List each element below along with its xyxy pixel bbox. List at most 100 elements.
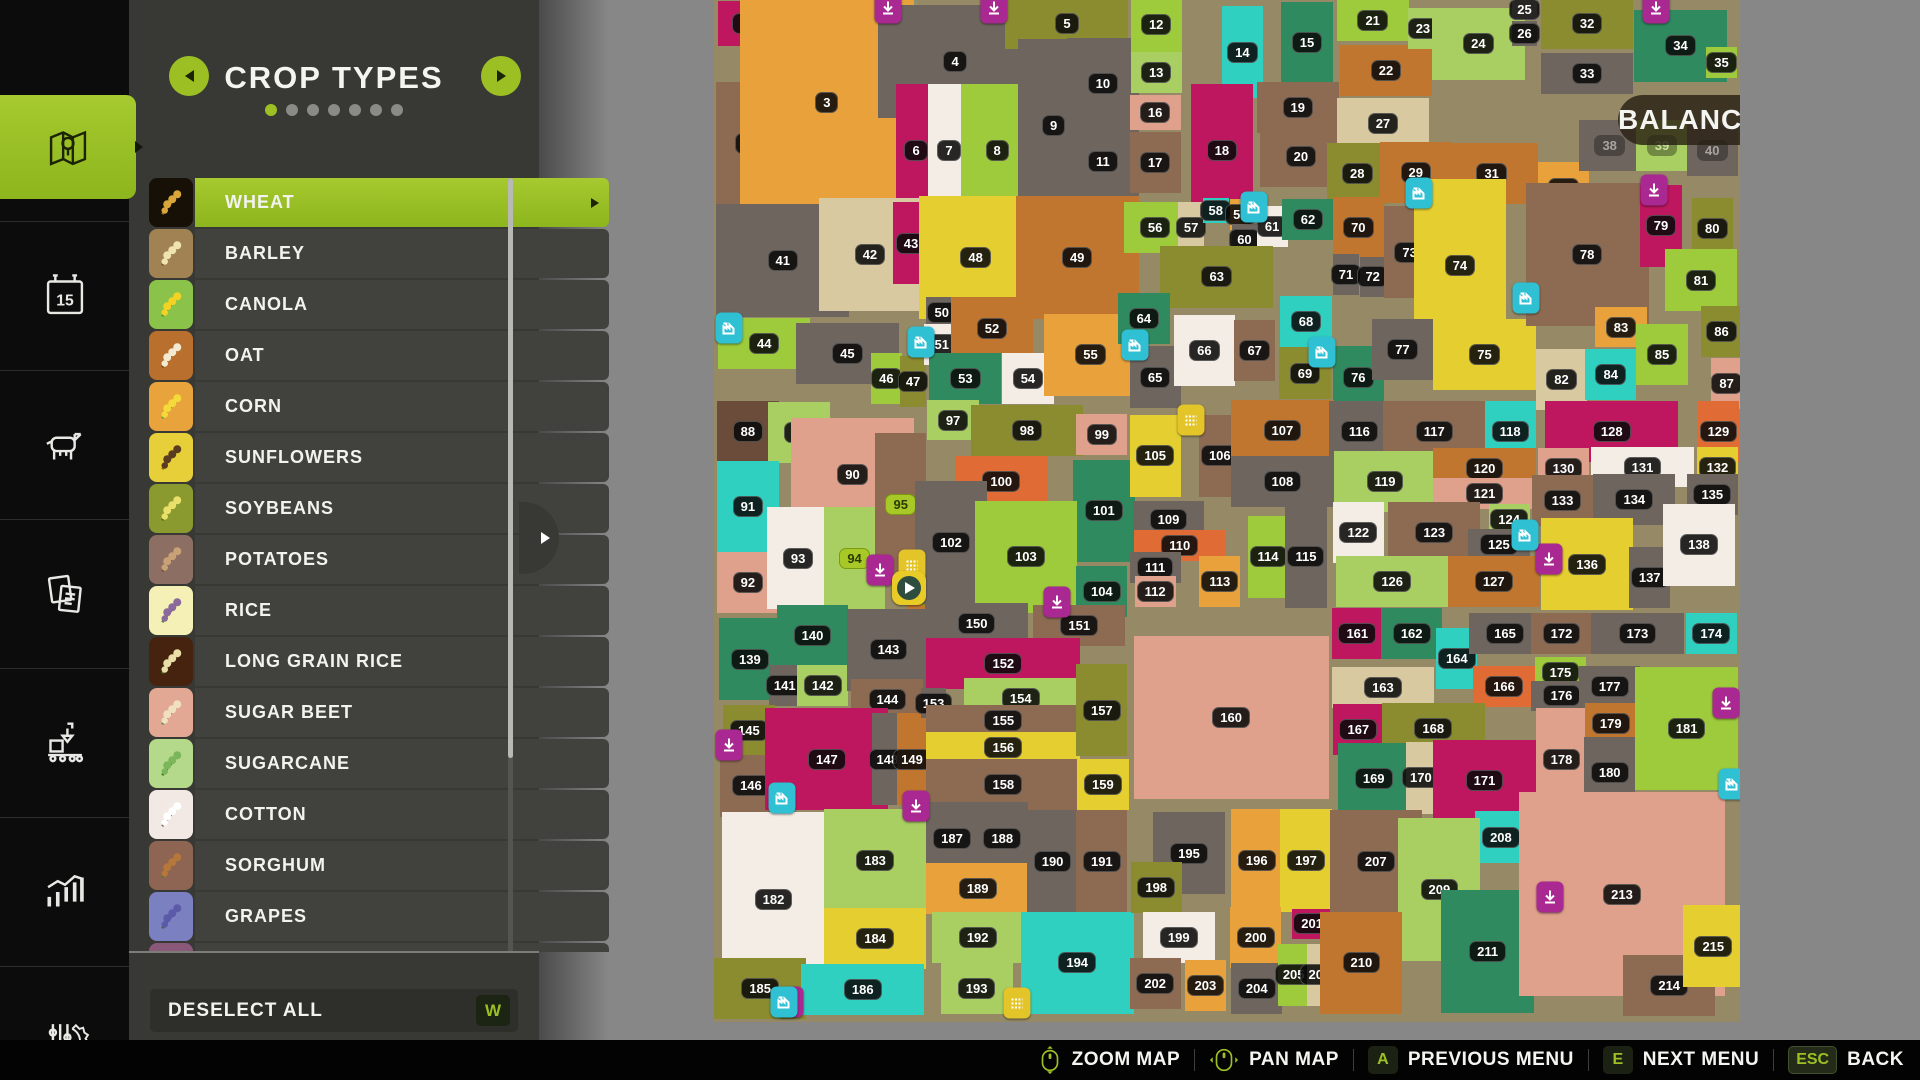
map-field-108[interactable]: 108: [1231, 456, 1334, 507]
map-field-183[interactable]: 183: [824, 809, 927, 911]
action-next-menu[interactable]: ENEXT MENU: [1603, 1046, 1759, 1074]
map-field-107[interactable]: 107: [1231, 400, 1334, 461]
selling-point-icon[interactable]: [1718, 768, 1740, 799]
production-icon[interactable]: [1537, 882, 1564, 913]
action-pan-map[interactable]: PAN MAP: [1209, 1045, 1339, 1075]
action-back[interactable]: ESCBACK: [1788, 1046, 1904, 1074]
map-field-84[interactable]: 84: [1585, 349, 1636, 400]
map-field-67[interactable]: 67: [1234, 320, 1275, 381]
action-zoom-map[interactable]: ZOOM MAP: [1038, 1045, 1181, 1075]
map-field-127[interactable]: 127: [1448, 556, 1540, 607]
next-page-button[interactable]: [481, 56, 521, 96]
map-field-17[interactable]: 17: [1130, 132, 1181, 193]
map-field-138[interactable]: 138: [1663, 504, 1735, 586]
map-field-203[interactable]: 203: [1185, 960, 1226, 1011]
production-icon[interactable]: [1640, 175, 1667, 206]
deselect-all-button[interactable]: DESELECT ALL W: [150, 989, 518, 1032]
map-field-170[interactable]: 170: [1406, 742, 1437, 814]
sidebar-item-statistics[interactable]: [0, 840, 129, 944]
sidebar-item-animals[interactable]: [0, 393, 129, 497]
crop-item-wheat[interactable]: WHEAT: [149, 178, 609, 227]
map-field-15[interactable]: 15: [1281, 2, 1332, 84]
crop-item-rice[interactable]: RICE: [149, 586, 609, 635]
selling-point-icon[interactable]: [1511, 519, 1538, 550]
map-field-26[interactable]: 26: [1512, 21, 1538, 47]
map-field-115[interactable]: 115: [1285, 506, 1326, 608]
shop-icon[interactable]: [1003, 987, 1030, 1018]
map-field-163[interactable]: 163: [1332, 667, 1435, 708]
production-icon[interactable]: [1712, 688, 1739, 719]
map-field-160[interactable]: 160: [1134, 636, 1329, 800]
map-field-99[interactable]: 99: [1076, 414, 1127, 455]
selling-point-icon[interactable]: [1512, 283, 1539, 314]
selling-point-icon[interactable]: [1309, 336, 1336, 367]
map-field-72[interactable]: 72: [1360, 257, 1386, 298]
map-field-157[interactable]: 157: [1076, 664, 1127, 756]
map-field-113[interactable]: 113: [1199, 556, 1240, 607]
map-field-215[interactable]: 215: [1683, 905, 1740, 987]
map-field-112[interactable]: 112: [1135, 576, 1176, 607]
map-field-86[interactable]: 86: [1701, 306, 1740, 357]
selling-point-icon[interactable]: [1121, 330, 1148, 361]
map-field-21[interactable]: 21: [1337, 0, 1409, 41]
shop-icon[interactable]: [1178, 405, 1205, 436]
map-field-16[interactable]: 16: [1130, 95, 1181, 131]
map-field-200[interactable]: 200: [1230, 907, 1281, 968]
action-previous-menu[interactable]: APREVIOUS MENU: [1368, 1046, 1574, 1074]
map-field-13[interactable]: 13: [1131, 52, 1182, 93]
map-field-194[interactable]: 194: [1021, 912, 1134, 1014]
field-map[interactable]: 1234567891011121314151617181920212223242…: [714, 0, 1740, 1022]
crop-item-corn[interactable]: CORN: [149, 382, 609, 431]
map-field-123[interactable]: 123: [1388, 502, 1480, 563]
map-field-24[interactable]: 24: [1432, 8, 1524, 80]
crop-item-barley[interactable]: BARLEY: [149, 229, 609, 278]
crop-item-sorghum[interactable]: SORGHUM: [149, 841, 609, 890]
map-field-174[interactable]: 174: [1686, 613, 1737, 654]
crop-item-cotton[interactable]: COTTON: [149, 790, 609, 839]
crop-item-canola[interactable]: CANOLA: [149, 280, 609, 329]
scrollbar-thumb[interactable]: [508, 178, 513, 758]
crop-item-long-grain-rice[interactable]: LONG GRAIN RICE: [149, 637, 609, 686]
map-field-25[interactable]: 25: [1512, 0, 1538, 19]
production-icon[interactable]: [867, 555, 894, 586]
map-field-28[interactable]: 28: [1327, 143, 1389, 204]
map-field-184[interactable]: 184: [824, 908, 927, 969]
map-field-66[interactable]: 66: [1174, 315, 1236, 387]
crop-item-sunflowers[interactable]: SUNFLOWERS: [149, 433, 609, 482]
map-field-140[interactable]: 140: [777, 605, 849, 666]
map-field-122[interactable]: 122: [1333, 502, 1384, 563]
map-field-177[interactable]: 177: [1579, 666, 1641, 707]
page-dot-4[interactable]: [328, 104, 340, 116]
map-field-191[interactable]: 191: [1076, 810, 1127, 912]
page-dot-3[interactable]: [307, 104, 319, 116]
crop-list-scrollbar[interactable]: [508, 178, 513, 952]
map-field-192[interactable]: 192: [932, 912, 1024, 963]
map-field-114[interactable]: 114: [1248, 516, 1289, 598]
map-field-193[interactable]: 193: [941, 963, 1013, 1014]
map-field-32[interactable]: 32: [1541, 0, 1633, 49]
map-field-162[interactable]: 162: [1381, 608, 1443, 659]
map-field-196[interactable]: 196: [1231, 809, 1282, 911]
map-field-169[interactable]: 169: [1338, 743, 1410, 815]
map-field-199[interactable]: 199: [1143, 912, 1215, 963]
crop-item-oat[interactable]: OAT: [149, 331, 609, 380]
map-field-11[interactable]: 11: [1067, 115, 1139, 207]
sidebar-item-contracts[interactable]: [0, 542, 129, 646]
map-field-198[interactable]: 198: [1131, 862, 1182, 913]
map-field-172[interactable]: 172: [1531, 613, 1593, 654]
production-icon[interactable]: [875, 0, 902, 24]
map-field-12[interactable]: 12: [1131, 0, 1182, 55]
map-field-190[interactable]: 190: [1027, 810, 1078, 912]
production-icon[interactable]: [903, 791, 930, 822]
page-dot-1[interactable]: [265, 104, 277, 116]
page-dot-2[interactable]: [286, 104, 298, 116]
map-field-186[interactable]: 186: [801, 964, 924, 1015]
sidebar-item-calendar[interactable]: 15: [0, 244, 129, 348]
selling-point-icon[interactable]: [768, 783, 795, 814]
page-dot-6[interactable]: [370, 104, 382, 116]
map-field-75[interactable]: 75: [1433, 319, 1536, 391]
production-icon[interactable]: [981, 0, 1008, 24]
map-field-173[interactable]: 173: [1591, 613, 1683, 654]
map-field-62[interactable]: 62: [1282, 199, 1333, 240]
map-field-101[interactable]: 101: [1073, 460, 1135, 562]
